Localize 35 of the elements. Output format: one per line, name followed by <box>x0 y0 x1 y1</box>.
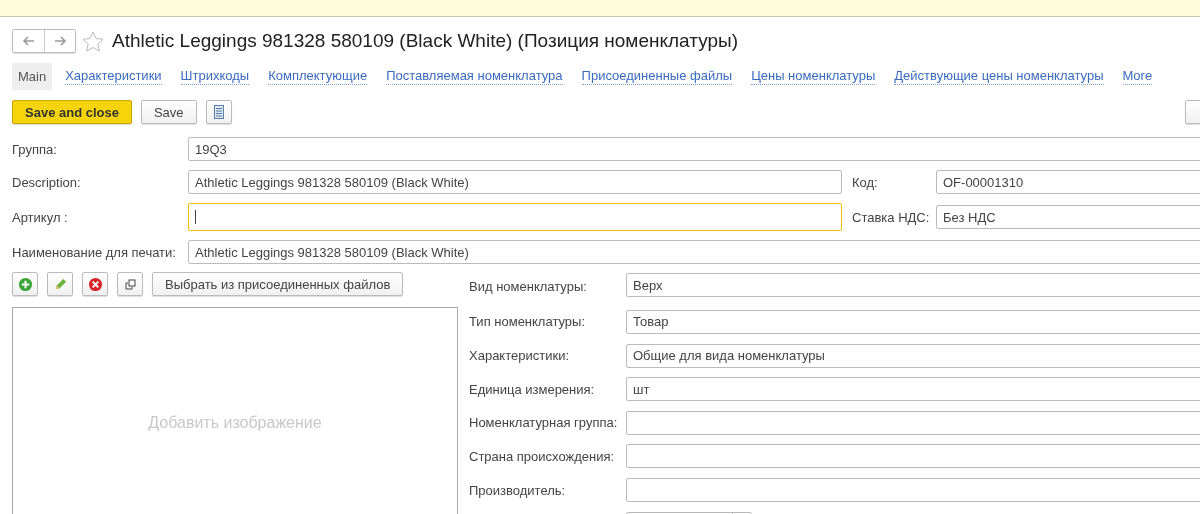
input-field[interactable]: шт <box>626 377 1200 402</box>
tab[interactable]: Цены номенклатуры <box>751 67 876 85</box>
field-label: Ставка НДС: <box>851 209 931 225</box>
input-field[interactable]: Товар <box>626 309 1200 334</box>
field-label: Группа: <box>12 141 58 157</box>
field-label: Тип номенклатуры: <box>469 314 587 330</box>
window-title: Athletic Leggings 981328 580109 (Black White) (Позиция номенклатуры) <box>112 30 738 52</box>
field-label: Наименование для печати: <box>12 244 177 260</box>
input-field[interactable]: Верх <box>626 273 1200 298</box>
tab[interactable]: Комплектующие <box>268 67 368 85</box>
field-label: Вид номенклатуры: <box>469 279 588 295</box>
field-label: Характеристики: <box>469 348 570 364</box>
tab[interactable]: Штрихкоды <box>180 67 250 85</box>
input-field[interactable]: Общие для вида номенклатуры <box>626 343 1200 368</box>
field-label: Единица измерения: <box>469 381 596 397</box>
choose-from-files-button[interactable]: Выбрать из присоединенных файлов <box>152 272 404 296</box>
input-field[interactable]: Без НДС <box>936 205 1200 229</box>
tab[interactable]: Действующие цены номенклатуры <box>894 67 1104 85</box>
tab[interactable]: Присоединенные файлы <box>581 67 733 85</box>
input-field[interactable]: Athletic Leggings 981328 580109 (Black White) <box>188 240 1200 264</box>
input-field[interactable]: OF-00001310 <box>936 170 1200 194</box>
save-button[interactable]: Save <box>140 100 197 124</box>
field-label: Номенклатурная группа: <box>469 415 619 431</box>
field-label: Код: <box>851 174 879 190</box>
tab[interactable]: Характеристики <box>65 67 162 85</box>
field-label: Артикул : <box>12 209 69 225</box>
field-label: Страна происхождения: <box>469 448 616 464</box>
tab[interactable]: Поставляемая номенклатура <box>386 67 563 85</box>
tab[interactable]: Main <box>12 62 53 90</box>
field-label: Description: <box>12 174 82 190</box>
field-label: Производитель: <box>469 482 567 498</box>
input-field[interactable]: Athletic Leggings 981328 580109 (Black White) <box>188 170 842 194</box>
tab[interactable]: More <box>1122 67 1153 85</box>
input-field[interactable]: 19Q3 <box>188 137 1200 161</box>
save-and-close-button[interactable]: Save and close <box>12 100 132 124</box>
